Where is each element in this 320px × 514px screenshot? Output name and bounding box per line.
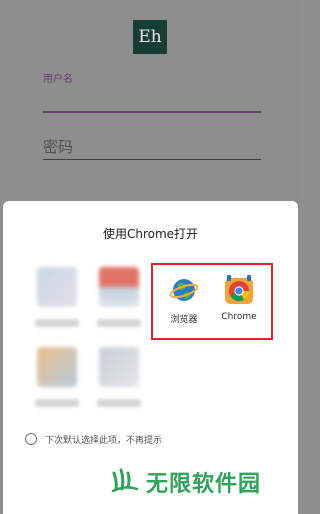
app-label-browser: 浏览器 (170, 315, 198, 325)
blurred-app-2[interactable] (91, 267, 147, 327)
blurred-app-icon (99, 267, 139, 307)
chooser-title: 使用Chrome打开 (102, 227, 199, 241)
globe-planet-icon (169, 275, 199, 305)
blurred-app-1[interactable] (29, 267, 85, 327)
blurred-app-label (35, 399, 79, 407)
blurred-app-icon (99, 347, 139, 387)
blurred-app-3[interactable] (29, 347, 85, 407)
username-input-underline (43, 111, 261, 113)
remember-choice-label: 下次默认选择此项，不再提示 (45, 436, 163, 446)
chrome-icon (224, 275, 254, 305)
blurred-app-label (97, 319, 141, 327)
blurred-app-icon (37, 347, 77, 387)
username-label: 用户名 (43, 74, 73, 85)
watermark-text: 无限软件园 (146, 472, 262, 497)
password-input-underline (43, 159, 261, 160)
blurred-app-4[interactable] (91, 347, 147, 407)
app-label-chrome: Chrome (221, 312, 257, 322)
watermark-logo-icon (110, 465, 140, 495)
blurred-app-icon (37, 267, 77, 307)
app-option-browser[interactable]: 浏览器 (156, 275, 212, 325)
password-field: 密码 (43, 138, 74, 156)
blurred-app-label (35, 319, 79, 327)
remember-choice-radio[interactable] (25, 433, 37, 445)
blurred-app-label (97, 399, 141, 407)
app-logo: Eh (133, 20, 167, 54)
app-option-chrome[interactable]: Chrome (211, 275, 267, 322)
